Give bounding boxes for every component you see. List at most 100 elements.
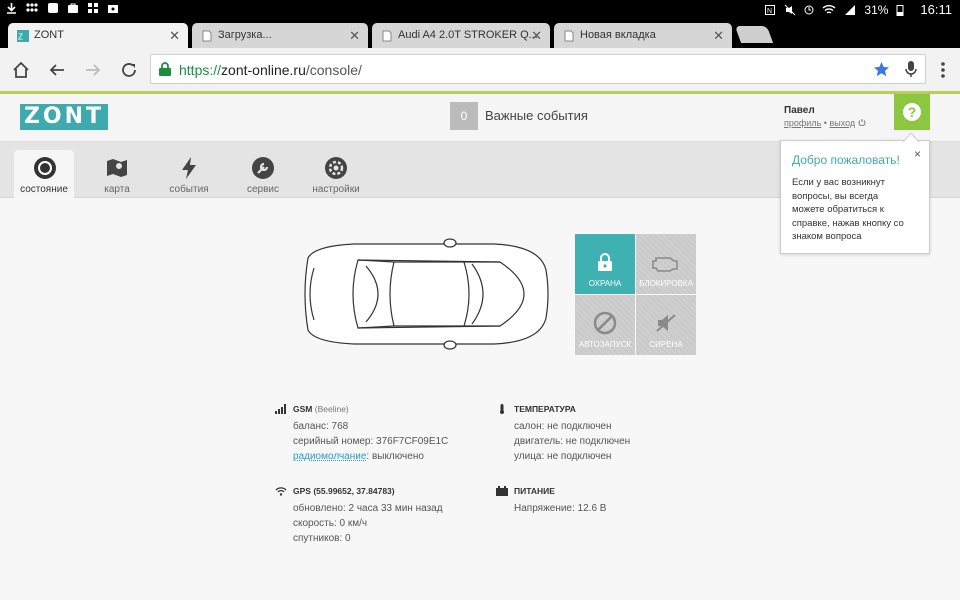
nav-label: сервис bbox=[246, 184, 280, 195]
svg-text:N: N bbox=[767, 8, 772, 15]
temp-cabin: салон: не подключен bbox=[514, 421, 612, 432]
lock-icon bbox=[159, 62, 171, 76]
gps-speed: скорость: 0 км/ч bbox=[293, 518, 368, 529]
url-text: https://zont-online.ru/console/ bbox=[179, 62, 362, 78]
clock: 16:11 bbox=[920, 2, 952, 17]
page-icon bbox=[202, 30, 212, 42]
url-host: zont-online.ru bbox=[221, 62, 306, 78]
bag-icon bbox=[108, 5, 118, 13]
browser-tab-strip: Z ZONT ✕ Загрузка... ✕ Audi A4 2.0T STRO… bbox=[0, 20, 960, 48]
gsm-balance: баланс: 768 bbox=[293, 421, 349, 432]
nav-settings[interactable]: настройки bbox=[305, 150, 367, 198]
address-bar[interactable]: https://zont-online.ru/console/ bbox=[150, 54, 926, 84]
close-tooltip-icon[interactable]: × bbox=[914, 147, 921, 161]
signal-bars-icon bbox=[275, 404, 286, 414]
gps-updated: обновлено: 2 часа 33 мин назад bbox=[293, 503, 443, 514]
microphone-icon[interactable] bbox=[905, 60, 917, 78]
reload-icon[interactable] bbox=[120, 61, 138, 79]
autostart-tile[interactable]: АВТОЗАПУСК bbox=[575, 295, 635, 355]
app-header: ZONT 0 Важные события Павел профиль • вы… bbox=[0, 94, 960, 142]
siren-tile[interactable]: СИРЕНА bbox=[636, 295, 696, 355]
close-tab-icon[interactable]: ✕ bbox=[531, 28, 542, 44]
close-tab-icon[interactable]: ✕ bbox=[713, 28, 724, 44]
logout-link[interactable]: выход bbox=[829, 118, 855, 128]
bookmark-star-icon[interactable] bbox=[873, 61, 890, 78]
close-tab-icon[interactable]: ✕ bbox=[169, 28, 180, 44]
app-dots-icon bbox=[26, 3, 38, 12]
nav-service[interactable]: сервис bbox=[232, 150, 294, 198]
gear-icon bbox=[325, 157, 347, 179]
zont-favicon-icon: Z bbox=[17, 30, 29, 42]
square-app-icon bbox=[48, 3, 58, 13]
close-tab-icon[interactable]: ✕ bbox=[349, 28, 360, 44]
tab-audi[interactable]: Audi A4 2.0T STROKER Q... ✕ bbox=[372, 23, 550, 48]
guard-tile[interactable]: ОХРАНА bbox=[575, 234, 635, 294]
wrench-icon bbox=[252, 157, 274, 179]
gps-wifi-icon bbox=[275, 487, 287, 496]
gps-title: GPS (55.99652, 37.84783) bbox=[293, 486, 395, 496]
page-icon bbox=[564, 30, 574, 42]
thermometer-icon bbox=[500, 404, 504, 414]
siren-label: СИРЕНА bbox=[649, 340, 683, 349]
autostart-label: АВТОЗАПУСК bbox=[578, 340, 632, 349]
grid-icon bbox=[88, 3, 98, 13]
nfc-icon: N bbox=[765, 4, 776, 15]
download-icon bbox=[7, 3, 16, 14]
nav-events[interactable]: события bbox=[158, 150, 220, 198]
power-icon[interactable] bbox=[858, 118, 866, 127]
gps-coords: (55.99652, 37.84783) bbox=[313, 486, 395, 496]
radio-silence-row: радиомолчание: выключено bbox=[293, 451, 424, 462]
wifi-icon bbox=[822, 4, 836, 14]
block-tile[interactable]: БЛОКИРОВКА bbox=[636, 234, 696, 294]
zont-logo[interactable]: ZONT bbox=[20, 104, 108, 130]
nav-map[interactable]: карта bbox=[86, 150, 148, 198]
welcome-title: Добро пожаловать! bbox=[792, 153, 900, 167]
gsm-operator: (Beeline) bbox=[314, 404, 349, 414]
welcome-text: Если у вас возникнут вопросы, вы всегда … bbox=[792, 177, 904, 242]
menu-kebab-icon[interactable] bbox=[940, 61, 946, 79]
svg-text:?: ? bbox=[908, 104, 917, 120]
notification-icons bbox=[6, 2, 119, 14]
tab-loading[interactable]: Загрузка... ✕ bbox=[192, 23, 368, 48]
alarm-icon bbox=[804, 5, 814, 14]
url-path: /console/ bbox=[305, 62, 362, 78]
guard-label: ОХРАНА bbox=[588, 279, 622, 288]
lightning-icon bbox=[182, 157, 196, 179]
map-icon bbox=[107, 159, 127, 177]
siren-muted-icon bbox=[656, 314, 676, 332]
separator: • bbox=[823, 118, 827, 128]
radio-silence-value: : выключено bbox=[366, 451, 424, 462]
disabled-icon bbox=[593, 311, 617, 335]
svg-text:Z: Z bbox=[18, 33, 23, 42]
back-icon[interactable] bbox=[48, 61, 66, 79]
block-label: БЛОКИРОВКА bbox=[639, 279, 693, 288]
question-icon: ? bbox=[903, 103, 921, 121]
car-top-view-icon bbox=[304, 238, 549, 350]
nav-label: события bbox=[169, 184, 209, 195]
forward-icon[interactable] bbox=[84, 61, 102, 79]
signal-icon bbox=[845, 4, 856, 15]
nav-label: карта bbox=[104, 184, 130, 195]
battery-percent: 31% bbox=[864, 2, 889, 17]
mute-icon bbox=[785, 4, 796, 15]
home-icon[interactable] bbox=[12, 61, 30, 79]
tab-label: ZONT bbox=[34, 29, 64, 41]
temp-engine: двигатель: не подключен bbox=[514, 436, 631, 447]
welcome-tooltip: × Добро пожаловать! Если у вас возникнут… bbox=[780, 133, 930, 254]
tab-zont[interactable]: Z ZONT ✕ bbox=[8, 23, 188, 48]
radio-silence-link[interactable]: радиомолчание bbox=[293, 451, 366, 462]
url-scheme: https:// bbox=[179, 62, 222, 78]
temperature-title: ТЕМПЕРАТУРА bbox=[514, 404, 576, 414]
help-button[interactable]: ? bbox=[894, 94, 930, 130]
important-events-link[interactable]: Важные события bbox=[485, 108, 588, 123]
battery-icon bbox=[896, 4, 904, 16]
profile-link[interactable]: профиль bbox=[784, 118, 821, 128]
nav-label: настройки bbox=[312, 184, 360, 195]
tab-label: Новая вкладка bbox=[580, 29, 656, 41]
tab-new-tab[interactable]: Новая вкладка ✕ bbox=[554, 23, 732, 48]
power-title: ПИТАНИЕ bbox=[514, 486, 555, 496]
events-count-badge[interactable]: 0 bbox=[450, 102, 478, 130]
new-tab-button[interactable] bbox=[734, 26, 774, 43]
status-panel: ОХРАНА БЛОКИРОВКА АВТОЗАПУСК СИРЕНА GSM … bbox=[0, 198, 960, 600]
nav-status[interactable]: состояние bbox=[14, 150, 74, 198]
